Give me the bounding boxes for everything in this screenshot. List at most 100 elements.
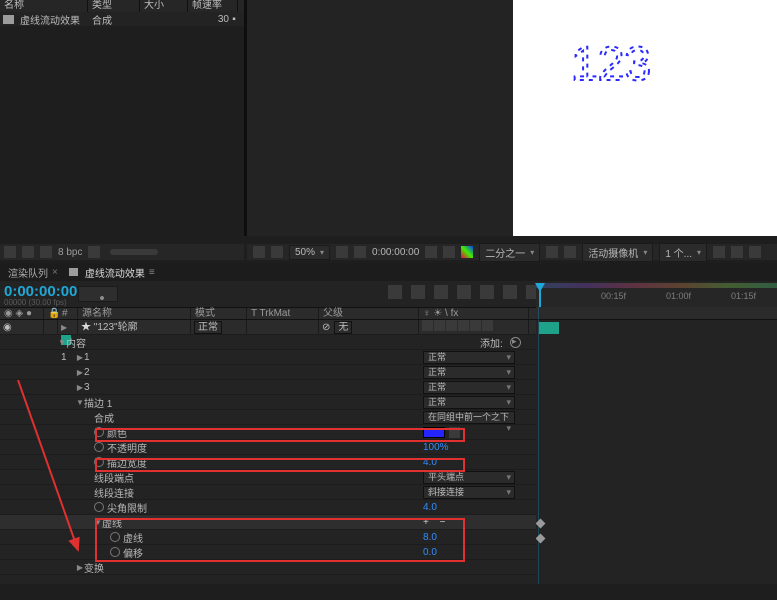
motion-blur-icon[interactable] [457,285,471,299]
transparency-icon[interactable] [564,246,576,258]
col-num[interactable]: # [58,308,78,319]
snapshot-icon[interactable] [425,246,437,258]
comp-mini-flowchart-icon[interactable] [388,285,402,299]
col-source[interactable]: 源名称 [78,308,191,319]
dash-add-remove[interactable]: + − [423,517,449,528]
toggle-mask-icon[interactable] [271,246,283,258]
composition-canvas[interactable]: 123 [513,0,777,236]
prop-color[interactable]: 颜色 [0,425,536,440]
shape-group-1[interactable]: 1正常 [0,350,536,365]
fast-preview-icon[interactable] [731,246,743,258]
work-area-bar[interactable] [536,283,777,288]
show-snapshot-icon[interactable] [443,246,455,258]
offset-value[interactable]: 0.0 [423,547,437,558]
resolution-dropdown[interactable]: 二分之一 [479,243,540,262]
prop-stroke-width[interactable]: 描边宽度4.0 [0,455,536,470]
blend-dropdown[interactable]: 正常 [423,366,515,379]
prop-opacity[interactable]: 不透明度100% [0,440,536,455]
twirl-icon[interactable] [76,398,84,407]
prop-offset[interactable]: 偏移0.0 [0,545,536,560]
col-mode[interactable]: 模式 [191,308,247,319]
layer-duration-bar[interactable] [539,322,559,334]
roi-icon[interactable] [546,246,558,258]
line-cap-dropdown[interactable]: 平头端点 [423,471,515,484]
twirl-icon[interactable] [76,353,84,362]
line-join-dropdown[interactable]: 斜接连接 [423,486,515,499]
thumbnail-slider[interactable] [110,249,158,255]
twirl-icon[interactable] [76,383,84,392]
folder-icon[interactable] [22,246,34,258]
group-transform[interactable]: 变换 [0,560,536,575]
tab-render-queue[interactable]: 渲染队列 × [8,265,58,280]
toggle-alpha-icon[interactable] [253,246,265,258]
prop-dash[interactable]: 虚线8.0 [0,530,536,545]
stopwatch-icon[interactable] [110,547,120,557]
stopwatch-icon[interactable] [94,457,104,467]
col-name[interactable]: 名称 [0,0,88,12]
col-switches[interactable]: ♀ ☀ \ fx [419,308,529,319]
dash-value[interactable]: 8.0 [423,532,437,543]
prop-dashes[interactable]: 虚线+ − [0,515,536,530]
twirl-icon[interactable] [58,338,66,347]
twirl-icon[interactable] [94,518,102,527]
prop-line-cap[interactable]: 线段端点平头端点 [0,470,536,485]
color-swatch[interactable] [423,427,445,438]
prop-line-join[interactable]: 线段连接斜接连接 [0,485,536,500]
col-fps[interactable]: 帧速率 [188,0,238,12]
resolution-icon[interactable] [336,246,348,258]
trash-icon[interactable] [88,246,100,258]
color-mgmt-icon[interactable] [461,246,473,258]
col-parent[interactable]: 父级 [319,308,419,319]
timeline-tracks[interactable] [536,307,777,584]
close-icon[interactable]: × [52,267,58,278]
group-contents[interactable]: 内容 添加: [0,335,536,350]
prop-composite[interactable]: 合成在同组中前一个之下 [0,410,536,425]
add-button[interactable] [510,337,521,348]
stopwatch-icon[interactable] [94,427,104,437]
stopwatch-icon[interactable] [94,502,104,512]
frame-blend-icon[interactable] [434,285,448,299]
twirl-icon[interactable] [61,323,67,332]
prop-miter-limit[interactable]: 尖角限制4.0 [0,500,536,515]
timeline-icon[interactable] [749,246,761,258]
shape-group-2[interactable]: 2正常 [0,365,536,380]
search-input[interactable] [78,286,118,302]
parent-dropdown[interactable]: 无 [334,321,352,334]
stroke-width-value[interactable]: 4.0 [423,457,437,468]
graph-editor-icon[interactable] [480,285,494,299]
tab-composition[interactable]: 虚线流动效果 ≡ [66,265,155,280]
col-size[interactable]: 大小 [140,0,188,12]
av-toggles[interactable]: ◉ ◈ ● ◻ [0,308,44,319]
blend-dropdown[interactable]: 正常 [423,351,515,364]
blend-mode-dropdown[interactable]: 正常 [194,321,222,334]
bpc-label[interactable]: 8 bpc [58,247,82,258]
col-trkmat[interactable]: T TrkMat [247,308,319,319]
composite-dropdown[interactable]: 在同组中前一个之下 [423,411,515,424]
project-item-row[interactable]: 虚线流动效果 合成 30 ▪ [0,12,244,26]
viewer-timecode[interactable]: 0:00:00:00 [372,247,419,258]
col-type[interactable]: 类型 [88,0,140,12]
camera-dropdown[interactable]: 活动摄像机 [582,243,653,262]
stroke-group[interactable]: 描边 1正常 [0,395,536,410]
blend-dropdown[interactable]: 正常 [423,381,515,394]
opacity-value[interactable]: 100% [423,442,449,453]
tab-menu-icon[interactable]: ≡ [149,267,155,278]
time-ruler[interactable]: 00:15f 01:00f 01:15f [536,283,777,307]
grid-icon[interactable] [354,246,366,258]
shape-group-3[interactable]: 3正常 [0,380,536,395]
stopwatch-icon[interactable] [94,442,104,452]
stopwatch-icon[interactable] [110,532,120,542]
pixel-aspect-icon[interactable] [713,246,725,258]
blend-dropdown[interactable]: 正常 [423,396,515,409]
twirl-icon[interactable] [76,368,84,377]
draft3d-icon[interactable] [411,285,425,299]
brainstorm-icon[interactable] [503,285,517,299]
layer-row[interactable]: ◉ 1 ★ "123"轮廓 正常 ⊘无 [0,320,536,335]
zoom-dropdown[interactable]: 50% [289,245,330,260]
views-dropdown[interactable]: 1 个... [659,243,707,262]
eyedropper-icon[interactable] [449,427,460,438]
miter-value[interactable]: 4.0 [423,502,437,513]
flowchart-icon[interactable] [4,246,16,258]
new-comp-icon[interactable] [40,246,52,258]
twirl-icon[interactable] [76,563,84,572]
